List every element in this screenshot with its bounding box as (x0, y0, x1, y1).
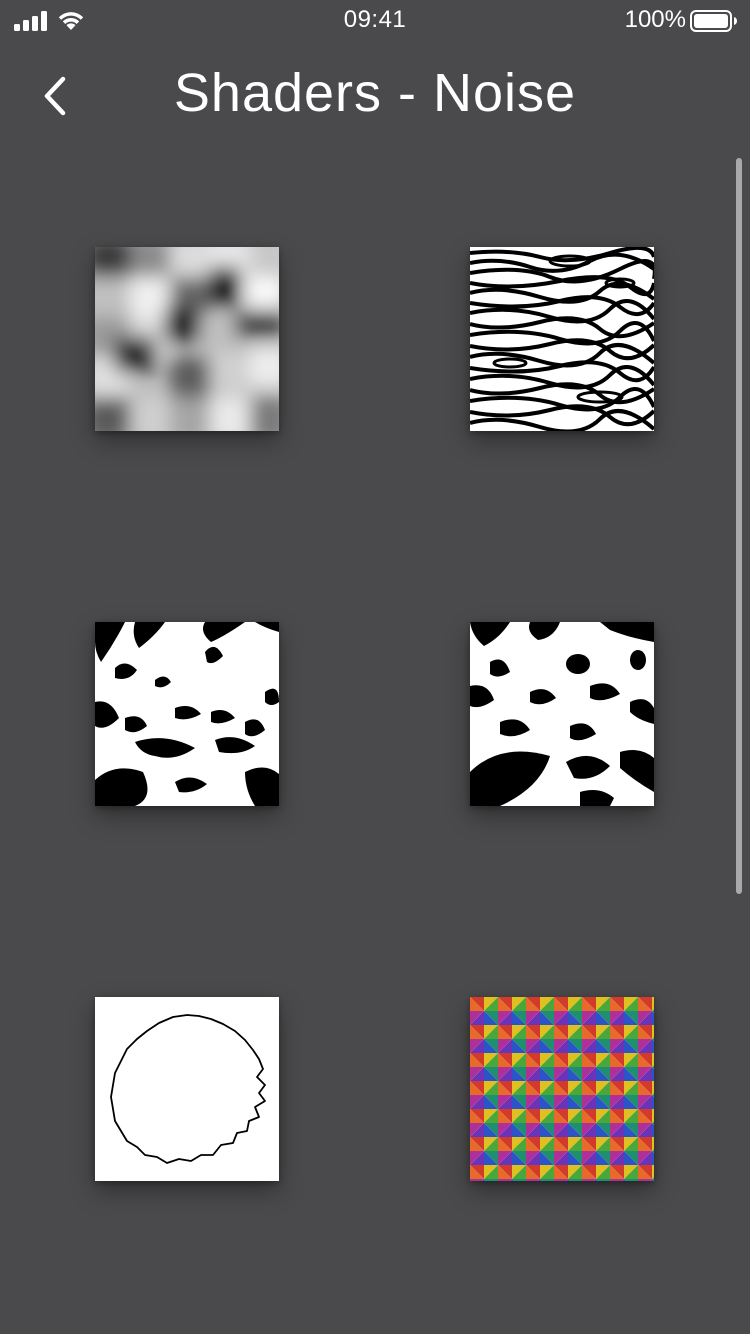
shader-tile-stripe-noise[interactable] (470, 247, 654, 431)
shader-tile-marble-noise-a[interactable] (95, 622, 279, 806)
scrollbar[interactable] (736, 158, 742, 894)
black-white-marble-noise-preview (95, 622, 279, 806)
shader-tile-value-noise[interactable] (95, 247, 279, 431)
shader-tile-marble-noise-b[interactable] (470, 622, 654, 806)
page-title: Shaders - Noise (173, 63, 577, 123)
blurred-value-noise-preview (95, 247, 279, 431)
battery-percent: 100% (624, 6, 686, 33)
zebra-stripe-noise-preview (470, 247, 654, 431)
battery-full-icon (690, 10, 737, 32)
shader-tile-wobbly-circle[interactable] (95, 997, 279, 1181)
noisy-circle-outline-preview (95, 997, 279, 1181)
black-white-marble-noise-preview (470, 622, 654, 806)
status-bar: 09:41 100% (0, 0, 750, 40)
rainbow-triangle-grid-preview (470, 997, 654, 1181)
shader-tile-rainbow-tiles[interactable] (470, 997, 654, 1181)
